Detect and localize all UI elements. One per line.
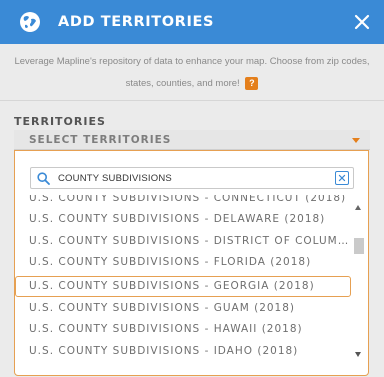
list-item[interactable]: U.S. COUNTY SUBDIVISIONS - CONNECTICUT (…	[15, 195, 351, 209]
list-item[interactable]: U.S. COUNTY SUBDIVISIONS - HAWAII (2018)	[15, 319, 351, 340]
territory-options-list: U.S. COUNTY SUBDIVISIONS - CONNECTICUT (…	[15, 195, 351, 375]
territories-select[interactable]: SELECT TERRITORIES	[14, 130, 370, 150]
list-item[interactable]: U.S. COUNTY SUBDIVISIONS - DISTRICT OF C…	[15, 231, 351, 252]
scroll-thumb[interactable]	[354, 238, 364, 254]
description: Leverage Mapline's repository of data to…	[8, 51, 376, 95]
help-icon[interactable]: ?	[245, 76, 259, 90]
modal-header: ADD TERRITORIES	[0, 0, 384, 44]
search-input[interactable]: COUNTY SUBDIVISIONS	[30, 167, 354, 189]
description-line-2: states, counties, and more! ?	[8, 73, 376, 95]
globe-icon	[20, 12, 40, 32]
divider	[0, 100, 384, 101]
chevron-down-icon	[352, 138, 360, 143]
select-placeholder: SELECT TERRITORIES	[29, 134, 172, 146]
list-item[interactable]: U.S. COUNTY SUBDIVISIONS - GUAM (2018)	[15, 298, 351, 319]
scrollbar[interactable]	[354, 205, 364, 359]
modal-title: ADD TERRITORIES	[58, 14, 214, 30]
list-item[interactable]: U.S. COUNTY SUBDIVISIONS - IDAHO (2018)	[15, 341, 351, 362]
clear-icon[interactable]	[335, 171, 349, 185]
scroll-up-icon[interactable]	[355, 205, 361, 210]
list-item[interactable]: U.S. COUNTY SUBDIVISIONS - DELAWARE (201…	[15, 209, 351, 230]
search-icon	[37, 172, 50, 185]
search-value: COUNTY SUBDIVISIONS	[58, 173, 172, 184]
list-item-highlighted[interactable]: U.S. COUNTY SUBDIVISIONS - GEORGIA (2018…	[15, 276, 351, 297]
territories-dropdown: COUNTY SUBDIVISIONS U.S. COUNTY SUBDIVIS…	[14, 150, 369, 376]
add-territories-modal: ADD TERRITORIES Leverage Mapline's repos…	[0, 0, 384, 377]
scroll-down-icon[interactable]	[355, 352, 361, 357]
list-item[interactable]: U.S. COUNTY SUBDIVISIONS - FLORIDA (2018…	[15, 252, 351, 273]
close-icon[interactable]	[354, 14, 370, 30]
description-line-1: Leverage Mapline's repository of data to…	[14, 56, 370, 67]
description-line-2-text: states, counties, and more!	[125, 78, 240, 89]
territories-label: TERRITORIES	[14, 115, 106, 128]
